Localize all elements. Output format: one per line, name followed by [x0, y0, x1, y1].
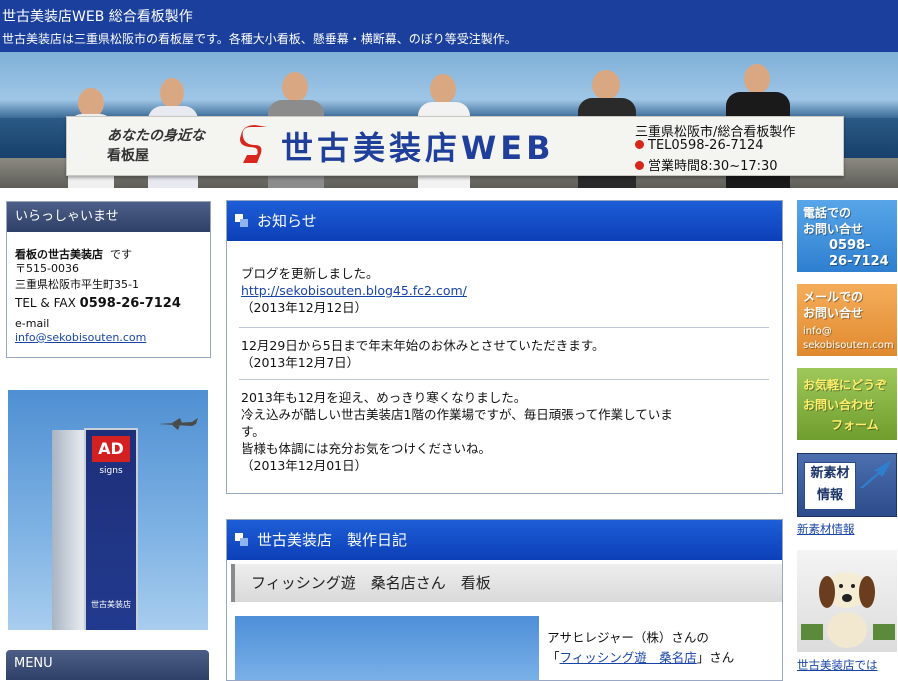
person-head [160, 78, 184, 108]
news-header: お知らせ [227, 201, 782, 241]
diary-photo [235, 616, 539, 680]
news-text: 皆様も体調には充分お気をつけくださいね。 [241, 441, 492, 456]
mail-addr-2: sekobisouten.com [803, 340, 894, 351]
divider [239, 327, 769, 328]
welcome-box: いらっしゃいませ 看板の世古美装店 です 〒515-0036 三重県松阪市平生町… [6, 201, 211, 358]
news-item: 2013年も12月を迎え、めっきり寒くなりました。 冷え込みが酷しい世古美装店1… [241, 389, 769, 474]
ad-signs-text: signs [99, 466, 123, 476]
email-link[interactable]: info@sekobisouten.com [15, 331, 146, 344]
menu-heading: MENU [6, 650, 209, 680]
diary-text: アサヒレジャー（株）さんの 「フィッシング遊 桑名店」さん [547, 628, 775, 668]
dog-mascot-icon [801, 572, 895, 648]
diary-entry-title: フィッシング遊 桑名店さん 看板 [251, 574, 491, 592]
phone-number-2: 26-7124 [829, 254, 889, 269]
phone-number-1: 0598- [829, 238, 871, 253]
news-text: す。 [241, 424, 265, 439]
diary-entry-title-bar: フィッシング遊 桑名店さん 看板 [231, 564, 782, 602]
squares-icon [235, 533, 249, 547]
form-line-1: お気軽にどうぞ [803, 378, 888, 392]
ad-signboard: AD signs 世古美装店 [84, 428, 138, 630]
sign-slogan-2: 看板屋 [107, 148, 149, 164]
signboard-photo: AD signs 世古美装店 [8, 390, 208, 630]
news-item: ブログを更新しました。 http://sekobisouten.blog45.f… [241, 265, 769, 316]
ad-logo: AD [92, 436, 130, 462]
company-logo-icon [240, 125, 267, 163]
arrow-icon [860, 460, 892, 488]
site-tagline: 世古美装店は三重県松阪市の看板屋です。各種大小看板、懸垂幕・横断幕、のぼり等受注… [2, 32, 517, 46]
site-title[interactable]: 世古美装店WEB 総合看板製作 [2, 6, 193, 26]
person-head [430, 74, 456, 104]
mail-line-1: メールでの [803, 290, 864, 304]
news-box: お知らせ ブログを更新しました。 http://sekobisouten.blo… [226, 200, 783, 494]
phone-line-2: お問い合せ [803, 222, 864, 236]
site-header: 世古美装店WEB 総合看板製作 世古美装店は三重県松阪市の看板屋です。各種大小看… [0, 0, 898, 52]
sign-shop-name: 世古美装店WEB [281, 129, 555, 167]
shop-banner-sign: あなたの身近な 看板屋 世古美装店WEB 三重県松阪市/総合看板製作 TEL05… [66, 116, 844, 176]
company-suffix: です [110, 248, 132, 261]
ad-shop-name: 世古美装店 [91, 600, 131, 609]
bullet-icon [635, 161, 644, 170]
news-text: 2013年も12月を迎え、めっきり寒くなりました。 [241, 390, 527, 405]
welcome-heading: いらっしゃいませ [7, 202, 210, 232]
news-date: （2013年12月12日） [241, 300, 368, 315]
sign-slogan-1: あなたの身近な [107, 128, 205, 144]
mail-line-2: お問い合せ [803, 306, 864, 320]
diary-text-line: アサヒレジャー（株）さんの [547, 630, 709, 645]
new-materials-banner[interactable]: 新素材情報 [797, 453, 897, 517]
bullet-icon [635, 140, 644, 149]
sign-tel: TEL0598-26-7124 [648, 138, 764, 153]
tel-label: TEL & FAX [15, 296, 76, 310]
form-line-2: お問い合わせ [803, 398, 876, 412]
phone-inquiry-button[interactable]: 電話での お問い合せ 0598- 26-7124 [797, 200, 897, 272]
news-date: （2013年12月7日） [241, 355, 360, 370]
mascot-photo[interactable] [797, 550, 897, 652]
mail-addr-1: info@ [803, 326, 832, 337]
diary-header: 世古美装店 製作日記 [227, 520, 782, 560]
news-heading: お知らせ [257, 212, 317, 230]
person-head [592, 70, 620, 100]
person-head [282, 72, 308, 102]
new-materials-link[interactable]: 新素材情報 [797, 521, 855, 537]
address: 三重県松阪市平生町35-1 [15, 278, 139, 291]
company-name: 看板の世古美装店 [15, 248, 103, 261]
sign-info-3: 営業時間8:30~17:30 [635, 155, 778, 174]
news-text: ブログを更新しました。 [241, 266, 379, 281]
diary-link-line: 「フィッシング遊 桑名店」さん [547, 648, 775, 668]
phone-line-1: 電話での [803, 206, 852, 220]
postal-code: 〒515-0036 [15, 262, 79, 275]
sign-info-2: TEL0598-26-7124 [635, 138, 764, 153]
squares-icon [235, 214, 249, 228]
tel-line: TEL & FAX 0598-26-7124 [15, 296, 210, 311]
tel-number: 0598-26-7124 [79, 296, 181, 311]
diary-shop-link[interactable]: フィッシング遊 桑名店 [560, 650, 697, 665]
news-text: 冷え込みが酷しい世古美装店1階の作業場ですが、毎日頑張って作業していま [241, 407, 673, 422]
form-inquiry-button[interactable]: お気軽にどうぞ お問い合わせ フォーム [797, 368, 897, 440]
blog-link[interactable]: http://sekobisouten.blog45.fc2.com/ [241, 283, 467, 298]
banner-photo: あなたの身近な 看板屋 世古美装店WEB 三重県松阪市/総合看板製作 TEL05… [0, 52, 898, 188]
airplane-icon [158, 418, 198, 430]
quote-close: 」さん [696, 650, 735, 665]
mail-inquiry-button[interactable]: メールでの お問い合せ info@ sekobisouten.com [797, 284, 897, 356]
news-item: 12月29日から5日まで年末年始のお休みとさせていただきます。 （2013年12… [241, 337, 769, 371]
shop-info-link[interactable]: 世古美装店では [797, 657, 878, 673]
diary-box: 世古美装店 製作日記 フィッシング遊 桑名店さん 看板 アサヒレジャー（株）さん… [226, 519, 783, 681]
person-head [744, 64, 770, 94]
quote-open: 「 [547, 650, 560, 665]
email-label: e-mail [15, 317, 50, 330]
form-line-3: フォーム [831, 418, 879, 432]
sign-hours: 営業時間8:30~17:30 [648, 159, 778, 174]
divider [239, 379, 769, 380]
new-materials-label: 新素材情報 [804, 462, 856, 510]
news-date: （2013年12月01日） [241, 458, 368, 473]
welcome-body: 看板の世古美装店 です 〒515-0036 三重県松阪市平生町35-1 TEL … [7, 232, 210, 345]
news-text: 12月29日から5日まで年末年始のお休みとさせていただきます。 [241, 338, 605, 353]
diary-heading: 世古美装店 製作日記 [257, 531, 408, 549]
